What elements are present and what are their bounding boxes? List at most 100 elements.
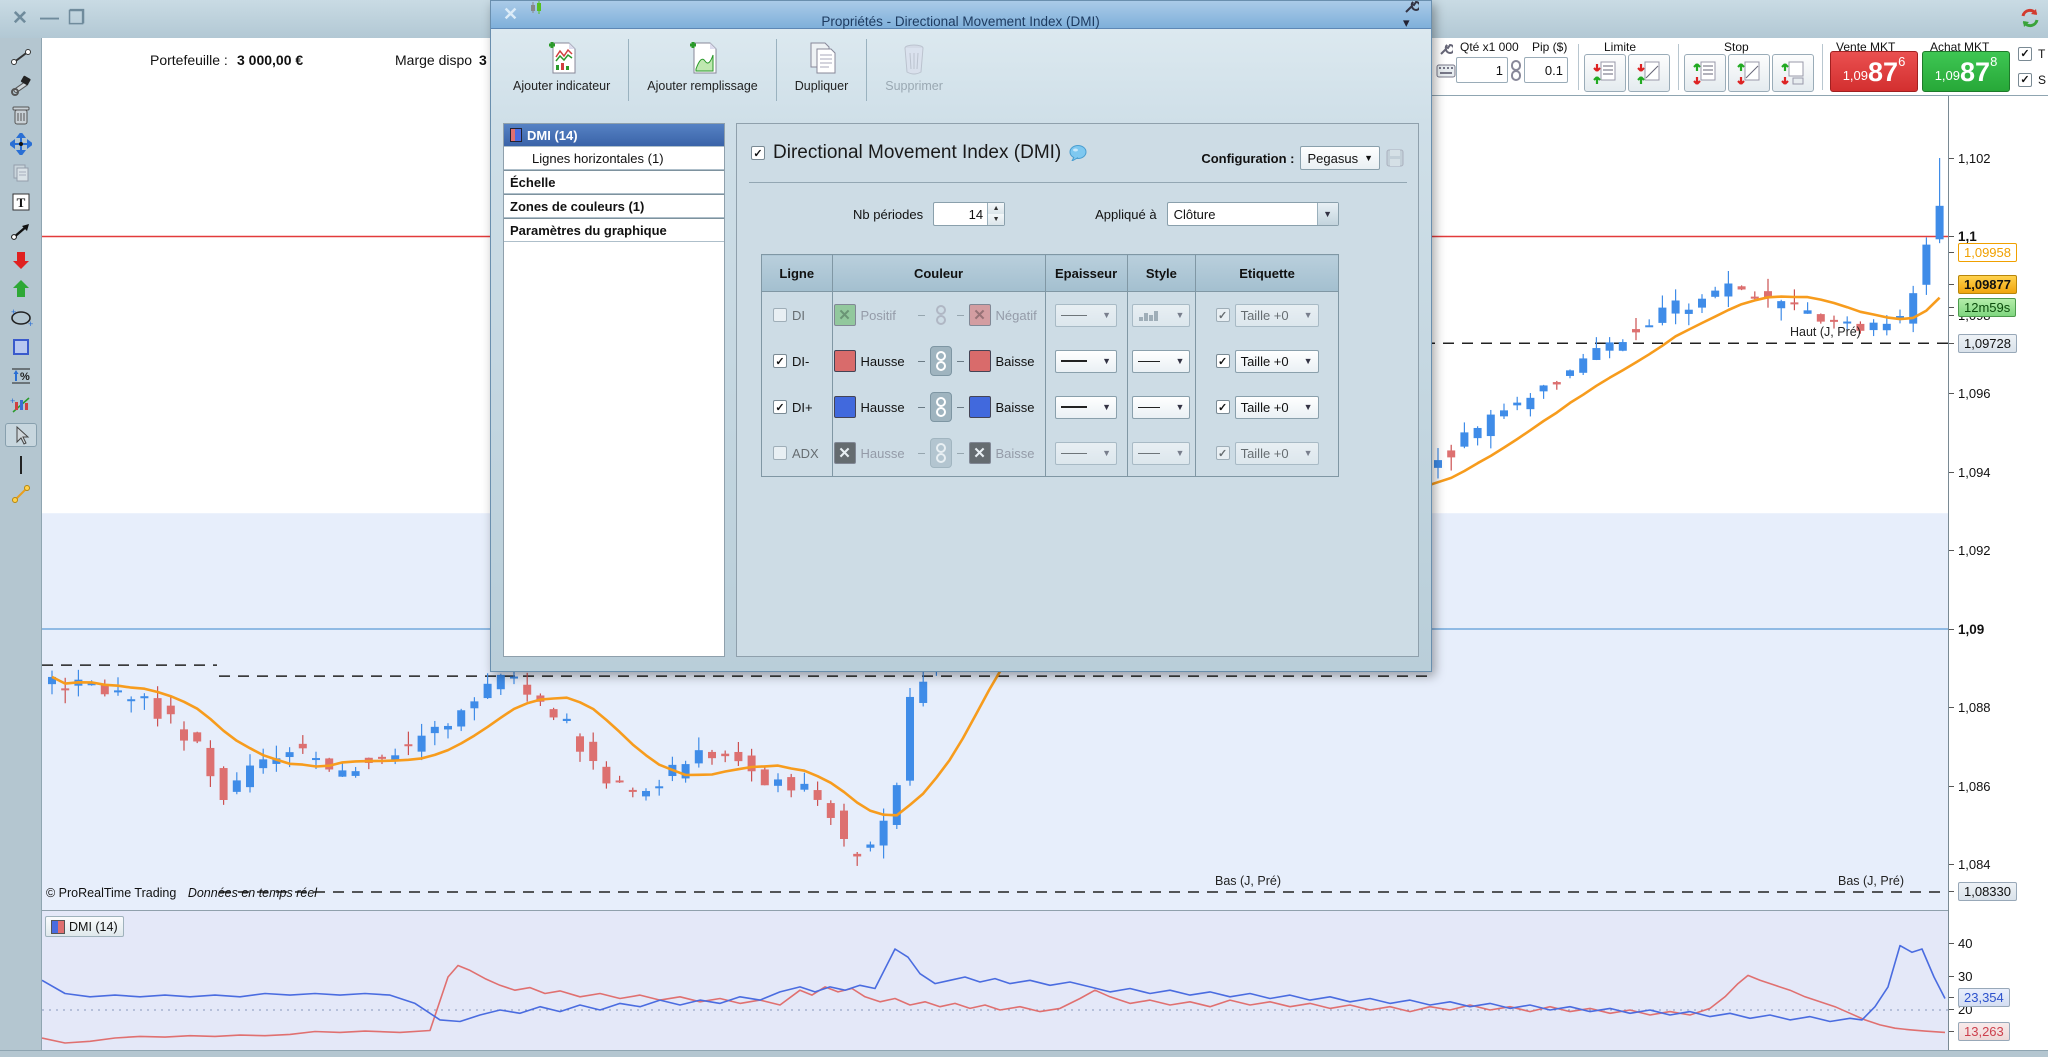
arrow-up-green-icon[interactable] bbox=[6, 278, 36, 300]
table-row-di: DI ✕ Positif ✕ Négatif ▼ ▼ ✓ Taille +0 ▼ bbox=[761, 291, 1339, 338]
pip-label: Pip ($) bbox=[1532, 40, 1568, 54]
vertical-line-tool-icon[interactable] bbox=[6, 454, 36, 476]
dialog-close-icon[interactable]: ✕ bbox=[491, 4, 530, 25]
panel-settings-wrench-icon[interactable] bbox=[1438, 42, 1453, 57]
di-negative-swatch[interactable]: ✕ bbox=[968, 304, 991, 326]
adx-up-swatch[interactable]: ✕ bbox=[833, 442, 856, 464]
pointer-tool-icon[interactable] bbox=[4, 423, 37, 447]
dmi-chart-canvas bbox=[42, 944, 1948, 1044]
info-bubble-icon[interactable] bbox=[1069, 145, 1087, 161]
price-tick-label: 1,09 bbox=[1949, 620, 1984, 638]
nav-item-color-zones[interactable]: Zones de couleurs (1) bbox=[504, 194, 724, 218]
realtime-text: Données en temps réel bbox=[187, 886, 318, 900]
add-indicator-button[interactable]: Ajouter indicateur bbox=[505, 35, 618, 97]
move-icon[interactable] bbox=[6, 133, 36, 155]
di-plus-label-checkbox[interactable]: ✓ bbox=[1215, 400, 1230, 414]
price-axis[interactable]: 1,1021,11,0981,0961,0941,0921,091,0881,0… bbox=[1948, 95, 2048, 1050]
dmi-legend-chip[interactable]: DMI (14) bbox=[45, 916, 124, 937]
di-plus-up-swatch[interactable] bbox=[833, 396, 856, 418]
di-minus-size-dropdown[interactable]: Taille +0 ▼ bbox=[1234, 349, 1319, 373]
di-plus-style-dropdown[interactable]: ▼ bbox=[1132, 395, 1191, 419]
nav-item-horizontal-lines[interactable]: Lignes horizontales (1) bbox=[504, 147, 724, 170]
di-minus-label-checkbox[interactable]: ✓ bbox=[1215, 354, 1230, 368]
restore-icon[interactable]: ❐ bbox=[68, 0, 85, 38]
link-colors-icon[interactable] bbox=[930, 300, 952, 330]
keyboard-icon[interactable] bbox=[1436, 64, 1456, 78]
adx-checkbox[interactable] bbox=[773, 446, 787, 460]
stop-trailing-button[interactable] bbox=[1772, 54, 1814, 92]
qty-input[interactable]: 1 bbox=[1456, 57, 1508, 83]
configuration-select[interactable]: Pegasus ▼ bbox=[1300, 146, 1380, 170]
rectangle-tool-icon[interactable] bbox=[6, 336, 36, 358]
stop-order-book-button[interactable] bbox=[1684, 54, 1726, 92]
table-row-di-plus: ✓ DI+ Hausse Baisse ▼ ▼ ✓ Taille +0 ▼ bbox=[761, 384, 1339, 430]
dialog-settings-wrench-icon[interactable]: ▾ bbox=[1391, 0, 1431, 31]
di-positive-swatch[interactable]: ✕ bbox=[833, 304, 856, 326]
limit-order-ticket-button[interactable] bbox=[1628, 54, 1670, 92]
target-checkbox[interactable]: ✓ bbox=[2018, 46, 2032, 61]
indicator-enabled-checkbox[interactable]: ✓ bbox=[751, 146, 765, 160]
arrow-down-red-icon[interactable] bbox=[6, 249, 36, 271]
ellipse-tool-icon[interactable]: + + bbox=[6, 307, 36, 329]
svg-text:+: + bbox=[11, 308, 16, 317]
limit-label: Limite bbox=[1604, 40, 1637, 54]
pip-input[interactable]: 0.1 bbox=[1524, 57, 1568, 83]
di-minus-down-swatch[interactable] bbox=[968, 350, 991, 372]
nav-item-dmi[interactable]: DMI (14) bbox=[504, 124, 724, 147]
di-checkbox[interactable] bbox=[773, 308, 787, 322]
pattern-analysis-icon[interactable]: + bbox=[6, 394, 36, 416]
copy-icon[interactable] bbox=[6, 162, 36, 184]
di-minus-up-swatch[interactable] bbox=[833, 350, 856, 372]
adx-down-swatch[interactable]: ✕ bbox=[968, 442, 991, 464]
dialog-nav-list: DMI (14) Lignes horizontales (1) Échelle… bbox=[503, 123, 725, 657]
percent-scale-icon[interactable]: % bbox=[6, 365, 36, 387]
di-plus-checkbox[interactable]: ✓ bbox=[773, 400, 787, 414]
spin-down-icon[interactable]: ▼ bbox=[988, 214, 1005, 225]
qty-label: Qté x1 000 bbox=[1460, 40, 1519, 54]
swatch-label: Baisse bbox=[995, 399, 1035, 415]
order-panel: Qté x1 000 1 Pip ($) 0.1 Limite Stop Ven… bbox=[1432, 38, 2048, 96]
save-config-icon[interactable] bbox=[1386, 149, 1404, 167]
di-minus-style-dropdown[interactable]: ▼ bbox=[1132, 349, 1191, 373]
stoploss-checkbox[interactable]: ✓ bbox=[2018, 72, 2032, 87]
limit-order-book-button[interactable] bbox=[1584, 54, 1626, 92]
dialog-titlebar[interactable]: ✕ Propriétés - Directional Movement Inde… bbox=[491, 0, 1431, 31]
buy-market-button[interactable]: 1,09 87 8 bbox=[1922, 51, 2010, 92]
dmi-value-box: 13,263 bbox=[1949, 1021, 2010, 1041]
duplicate-button[interactable]: Dupliquer bbox=[787, 35, 857, 97]
nav-item-chart-params[interactable]: Paramètres du graphique bbox=[504, 218, 724, 242]
di-plus-down-swatch[interactable] bbox=[968, 396, 991, 418]
text-tool-icon[interactable]: T bbox=[6, 191, 36, 213]
dmi-indicator-pane[interactable]: DMI (14) bbox=[42, 910, 1948, 1051]
link-icon[interactable] bbox=[1510, 60, 1522, 82]
periods-input[interactable]: 14 ▲ ▼ bbox=[933, 202, 1006, 226]
link-colors-icon[interactable] bbox=[929, 346, 952, 376]
trash-icon[interactable] bbox=[6, 104, 36, 126]
add-fill-button[interactable]: Ajouter remplissage bbox=[639, 35, 765, 97]
arrow-tool-icon[interactable] bbox=[6, 220, 36, 242]
applied-select[interactable]: Clôture ▼ bbox=[1166, 202, 1339, 226]
link-colors-icon[interactable] bbox=[929, 392, 952, 422]
segment-tool-icon[interactable] bbox=[6, 483, 36, 505]
col-header: Couleur bbox=[831, 254, 1046, 292]
sell-market-button[interactable]: 1,09 87 6 bbox=[1830, 51, 1918, 92]
di-plus-size-dropdown[interactable]: Taille +0 ▼ bbox=[1234, 395, 1319, 419]
price-tick-label: 1,096 bbox=[1949, 385, 1991, 403]
di-minus-thickness-dropdown[interactable]: ▼ bbox=[1055, 349, 1118, 373]
close-icon[interactable]: ✕ bbox=[12, 0, 28, 38]
minus-di-line[interactable] bbox=[42, 964, 1946, 1044]
swatch-label: Positif bbox=[860, 307, 896, 323]
separator bbox=[1578, 44, 1579, 90]
stop-order-ticket-button[interactable] bbox=[1728, 54, 1770, 92]
spin-up-icon[interactable]: ▲ bbox=[988, 203, 1005, 214]
dmi-chip-label: DMI (14) bbox=[69, 919, 118, 934]
minimize-icon[interactable]: — bbox=[40, 0, 59, 38]
link-colors-icon[interactable] bbox=[929, 438, 952, 468]
refresh-icon[interactable] bbox=[2018, 6, 2042, 30]
portfolio-label: Portefeuille : bbox=[150, 52, 228, 68]
di-plus-thickness-dropdown[interactable]: ▼ bbox=[1055, 395, 1118, 419]
di-minus-checkbox[interactable]: ✓ bbox=[773, 354, 787, 368]
tools-icon[interactable] bbox=[6, 75, 36, 97]
trend-line-tool-icon[interactable] bbox=[6, 46, 36, 68]
nav-item-echelle[interactable]: Échelle bbox=[504, 170, 724, 194]
